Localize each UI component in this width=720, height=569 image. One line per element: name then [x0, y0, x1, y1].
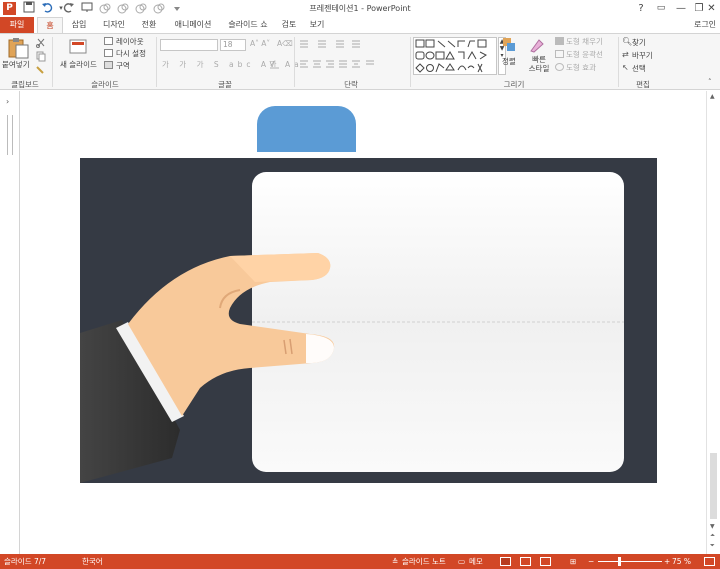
clipboard-small-icons	[36, 37, 46, 77]
comments-icon[interactable]: ▭	[458, 554, 465, 569]
zoom-out-icon[interactable]: −	[588, 554, 594, 569]
tab-transitions[interactable]: 전환	[136, 17, 162, 33]
ribbon-display-icon[interactable]: ▭	[650, 0, 672, 17]
arrange-button[interactable]: 정렬	[502, 56, 516, 67]
tab-insert[interactable]: 삽입	[66, 17, 92, 33]
new-slide-button[interactable]: 새 슬라이드	[60, 59, 97, 70]
quick-styles-icon[interactable]	[529, 37, 545, 53]
status-bar: 슬라이드 7/7 한국어 ≙ 슬라이드 노트 ▭ 메모 ⊞ − + 75 %	[0, 554, 720, 569]
login-link[interactable]: 로그인	[690, 17, 720, 33]
group-separator	[294, 37, 295, 87]
slide-counter: 슬라이드 7/7	[4, 557, 47, 566]
slide-sorter-icon[interactable]	[520, 557, 531, 566]
section-button[interactable]: 구역	[116, 60, 130, 71]
normal-view-icon[interactable]	[500, 557, 511, 566]
close-button[interactable]: ✕	[703, 0, 720, 17]
group-label-slides: 슬라이드	[91, 80, 119, 89]
zoom-level[interactable]: 75 %	[672, 554, 691, 569]
comments-button[interactable]: 메모	[469, 554, 483, 569]
reading-view-icon[interactable]	[540, 557, 551, 566]
font-name-field[interactable]	[160, 39, 218, 51]
tab-home[interactable]: 홈	[37, 17, 63, 34]
group-label-font: 글꼴	[218, 80, 232, 89]
tab-design[interactable]: 디자인	[98, 17, 130, 33]
window-title: 프레젠테이션1 - PowerPoint	[309, 4, 411, 13]
language-indicator[interactable]: 한국어	[82, 554, 103, 569]
quick-styles-button[interactable]: 빠른 스타일	[528, 55, 550, 73]
scroll-thumb[interactable]	[710, 453, 717, 519]
section-icon	[104, 61, 113, 69]
shape-effects-icon	[555, 63, 564, 71]
reset-button[interactable]: 다시 설정	[116, 48, 146, 59]
notes-icon[interactable]: ≙	[392, 554, 398, 569]
font-color-icon[interactable]: 가	[270, 59, 279, 69]
scroll-down-icon[interactable]: ▼	[710, 523, 715, 530]
help-button[interactable]: ?	[630, 0, 652, 17]
scroll-up-icon[interactable]: ▲	[710, 93, 715, 100]
group-label-paragraph: 단락	[344, 80, 358, 89]
previous-slide-icon[interactable]: ⏶	[710, 532, 715, 540]
zoom-slider-thumb[interactable]	[618, 557, 621, 566]
slide-artwork	[80, 172, 624, 483]
expand-pane-icon[interactable]: ›	[6, 97, 9, 106]
shape-outline-button[interactable]: 도형 윤곽선	[566, 49, 603, 60]
group-label-editing: 편집	[636, 80, 650, 89]
select-icon: ↖	[622, 63, 629, 72]
layout-button[interactable]: 레이아웃	[116, 36, 144, 47]
next-slide-icon[interactable]: ⏷	[710, 542, 715, 550]
replace-button[interactable]: 바꾸기	[632, 50, 653, 61]
tab-file[interactable]: 파일	[0, 17, 34, 33]
replace-icon: ⇄	[622, 50, 629, 59]
notes-button[interactable]: 슬라이드 노트	[402, 554, 446, 569]
shapes-gallery[interactable]	[413, 37, 497, 75]
clear-format-icon[interactable]: A⌫	[277, 39, 293, 48]
reset-icon	[104, 49, 113, 57]
paste-icon[interactable]	[6, 37, 30, 59]
thumbnail-pane-collapsed[interactable]: ›	[0, 91, 20, 554]
select-button[interactable]: 선택	[632, 63, 646, 74]
zoom-slider-track[interactable]	[598, 561, 662, 562]
group-label-clipboard: 클립보드	[11, 80, 39, 89]
tab-slideshow[interactable]: 슬라이드 쇼	[224, 17, 272, 33]
arrange-icon[interactable]	[502, 37, 516, 53]
tab-review[interactable]: 검토	[278, 17, 300, 33]
shape-effects-button[interactable]: 도형 효과	[566, 62, 596, 73]
blue-tab-shape[interactable]	[257, 106, 356, 152]
find-icon: 🔍︎	[622, 37, 633, 46]
shape-fill-icon	[555, 37, 564, 45]
zoom-in-icon[interactable]: +	[664, 554, 670, 569]
font-size-field[interactable]: 18	[220, 39, 246, 51]
tab-view[interactable]: 보기	[306, 17, 328, 33]
slideshow-view-icon[interactable]: ⊞	[570, 554, 576, 569]
find-button[interactable]: 찾기	[632, 37, 646, 48]
font-format-icons[interactable]: 가 가 가 S abc AV Aa	[162, 59, 303, 70]
ribbon: 붙여넣기 클립보드 새 슬라이드 레이아웃 다시 설정 구역 슬라이드 18 A…	[0, 33, 720, 90]
thumbnail-tab-icon[interactable]	[7, 115, 13, 155]
group-separator	[618, 37, 619, 87]
paste-button[interactable]: 붙여넣기	[2, 59, 30, 70]
ribbon-tabs: 파일 홈 삽입 디자인 전환 애니메이션 슬라이드 쇼 검토 보기 로그인	[0, 17, 720, 34]
group-separator	[52, 37, 53, 87]
tab-animations[interactable]: 애니메이션	[168, 17, 218, 33]
new-slide-icon[interactable]	[68, 37, 88, 57]
paragraph-icons[interactable]	[298, 39, 408, 74]
vertical-scrollbar[interactable]: ▲ ▼ ⏶ ⏷	[706, 91, 720, 554]
shape-fill-button[interactable]: 도형 채우기	[566, 36, 603, 47]
group-label-drawing: 그리기	[503, 80, 525, 89]
fit-to-window-icon[interactable]	[704, 557, 715, 566]
slide-canvas[interactable]	[80, 158, 657, 483]
shape-outline-icon	[555, 50, 564, 58]
collapse-ribbon-icon[interactable]: ˄	[708, 78, 712, 86]
group-separator	[156, 37, 157, 87]
layout-icon	[104, 37, 113, 45]
font-size-buttons-icon[interactable]: A˄ A˅	[250, 39, 270, 48]
